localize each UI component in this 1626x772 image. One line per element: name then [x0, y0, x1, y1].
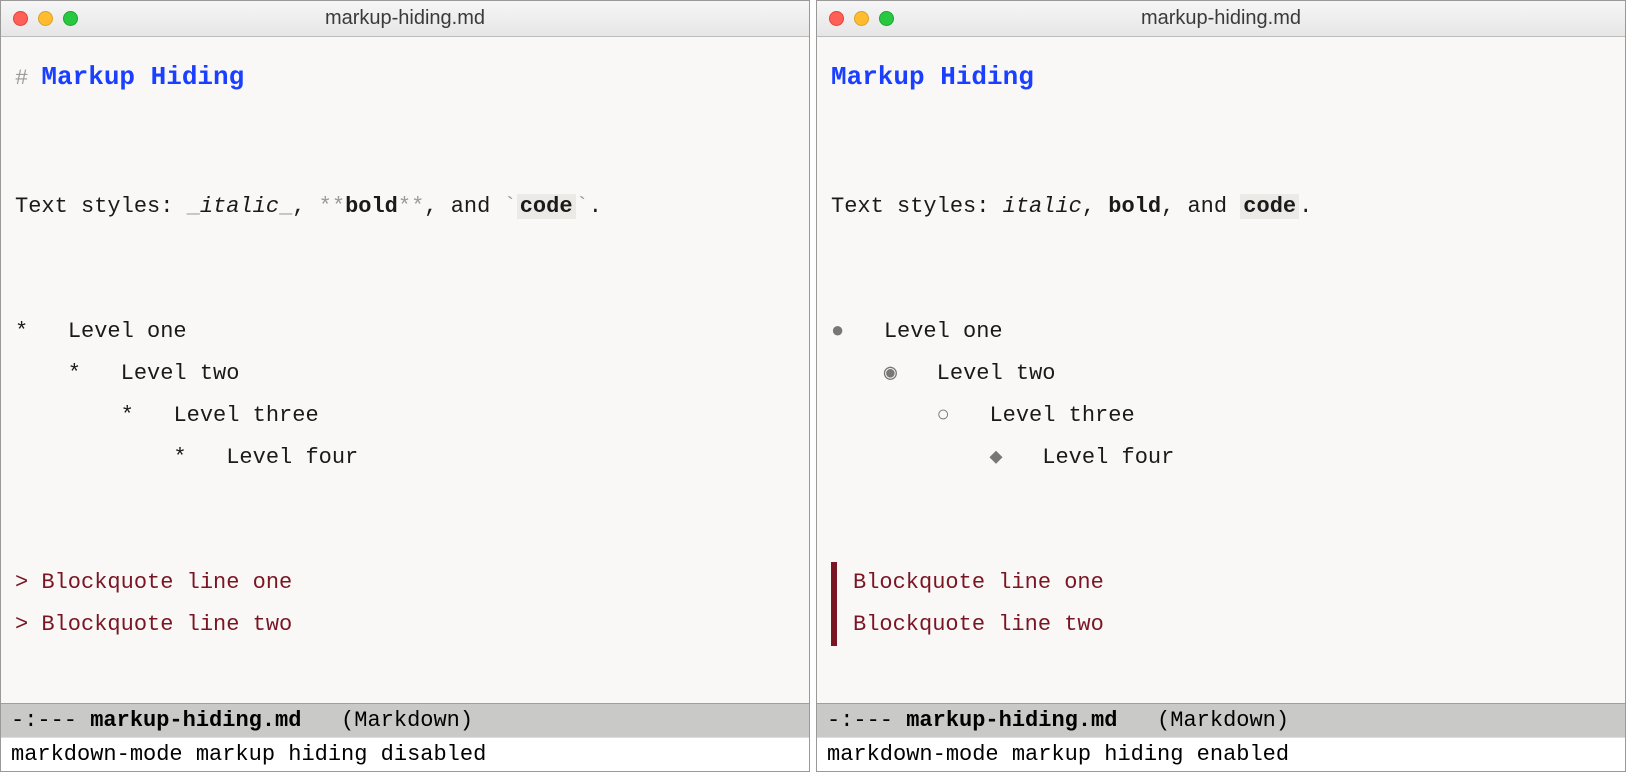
list1-bullet: *: [15, 319, 68, 344]
bold-delim-open: **: [319, 194, 345, 219]
modeline-prefix: -:---: [11, 708, 90, 733]
right-pane: markup-hiding.md Markup Hiding Text styl…: [816, 0, 1626, 772]
list3-bullet: *: [15, 403, 173, 428]
heading-text: Markup Hiding: [41, 62, 244, 92]
titlebar-right: markup-hiding.md: [817, 1, 1625, 37]
list-item-3: Level three: [173, 403, 318, 428]
list-item-2: Level two: [121, 361, 240, 386]
minibuffer-right: markdown-mode markup hiding enabled: [817, 737, 1625, 771]
code-tick-open: `: [504, 194, 517, 219]
list-item-1: Level one: [68, 319, 187, 344]
minimize-icon[interactable]: [38, 11, 53, 26]
minibuffer-left: markdown-mode markup hiding disabled: [1, 737, 809, 771]
bullet-1-icon: ●: [831, 319, 884, 344]
list-item-3: Level three: [989, 403, 1134, 428]
blockquote-line-2: Blockquote line two: [853, 612, 1104, 637]
window-title-right: markup-hiding.md: [817, 7, 1625, 30]
editor-left[interactable]: # Markup Hiding Text styles: _italic_, *…: [1, 37, 809, 703]
bold-text: bold: [345, 194, 398, 219]
period1: .: [1299, 194, 1312, 219]
text-prefix: Text styles:: [15, 194, 187, 219]
blockquote-line-2: Blockquote line two: [41, 612, 292, 637]
sep1: ,: [1082, 194, 1108, 219]
italic-delim-open: _: [187, 194, 200, 219]
code-tick-close: `: [576, 194, 589, 219]
sep1: ,: [292, 194, 318, 219]
left-pane: markup-hiding.md # Markup Hiding Text st…: [0, 0, 810, 772]
blockquote-line-1: Blockquote line one: [41, 570, 292, 595]
list2-bullet: *: [15, 361, 121, 386]
modeline-suffix: (Markdown): [1117, 708, 1289, 733]
bullet-2-icon: ◉: [831, 361, 937, 386]
bullet-3-icon: ○: [831, 403, 989, 428]
close-icon[interactable]: [13, 11, 28, 26]
italic-delim-close: _: [279, 194, 292, 219]
modeline-suffix: (Markdown): [301, 708, 473, 733]
window-title-left: markup-hiding.md: [1, 7, 809, 30]
modeline-left: -:--- markup-hiding.md (Markdown): [1, 703, 809, 737]
period1: .: [589, 194, 602, 219]
heading-marker: #: [15, 66, 41, 91]
sep2: , and: [1161, 194, 1240, 219]
bullet-4-icon: ◆: [831, 445, 1042, 470]
blockquote-line-1: Blockquote line one: [853, 570, 1104, 595]
italic-text: italic: [1003, 194, 1082, 219]
list-item-2: Level two: [937, 361, 1056, 386]
modeline-right: -:--- markup-hiding.md (Markdown): [817, 703, 1625, 737]
list-item-4: Level four: [226, 445, 358, 470]
list4-bullet: *: [15, 445, 226, 470]
blockquote-marker-2: >: [15, 612, 41, 637]
titlebar-left: markup-hiding.md: [1, 1, 809, 37]
blockquote: Blockquote line one Blockquote line two: [831, 562, 1611, 646]
sep2: , and: [424, 194, 503, 219]
heading-text: Markup Hiding: [831, 62, 1034, 92]
modeline-file: markup-hiding.md: [90, 708, 301, 733]
modeline-prefix: -:---: [827, 708, 906, 733]
close-icon[interactable]: [829, 11, 844, 26]
editor-right[interactable]: Markup Hiding Text styles: italic, bold,…: [817, 37, 1625, 703]
list-item-1: Level one: [884, 319, 1003, 344]
list-item-4: Level four: [1042, 445, 1174, 470]
bold-delim-close: **: [398, 194, 424, 219]
bold-text: bold: [1108, 194, 1161, 219]
fullscreen-icon[interactable]: [879, 11, 894, 26]
italic-text: italic: [200, 194, 279, 219]
modeline-file: markup-hiding.md: [906, 708, 1117, 733]
minimize-icon[interactable]: [854, 11, 869, 26]
blockquote-marker-1: >: [15, 570, 41, 595]
code-text: code: [517, 194, 576, 219]
traffic-lights: [829, 11, 894, 26]
text-prefix: Text styles:: [831, 194, 1003, 219]
fullscreen-icon[interactable]: [63, 11, 78, 26]
traffic-lights: [13, 11, 78, 26]
code-text: code: [1240, 194, 1299, 219]
